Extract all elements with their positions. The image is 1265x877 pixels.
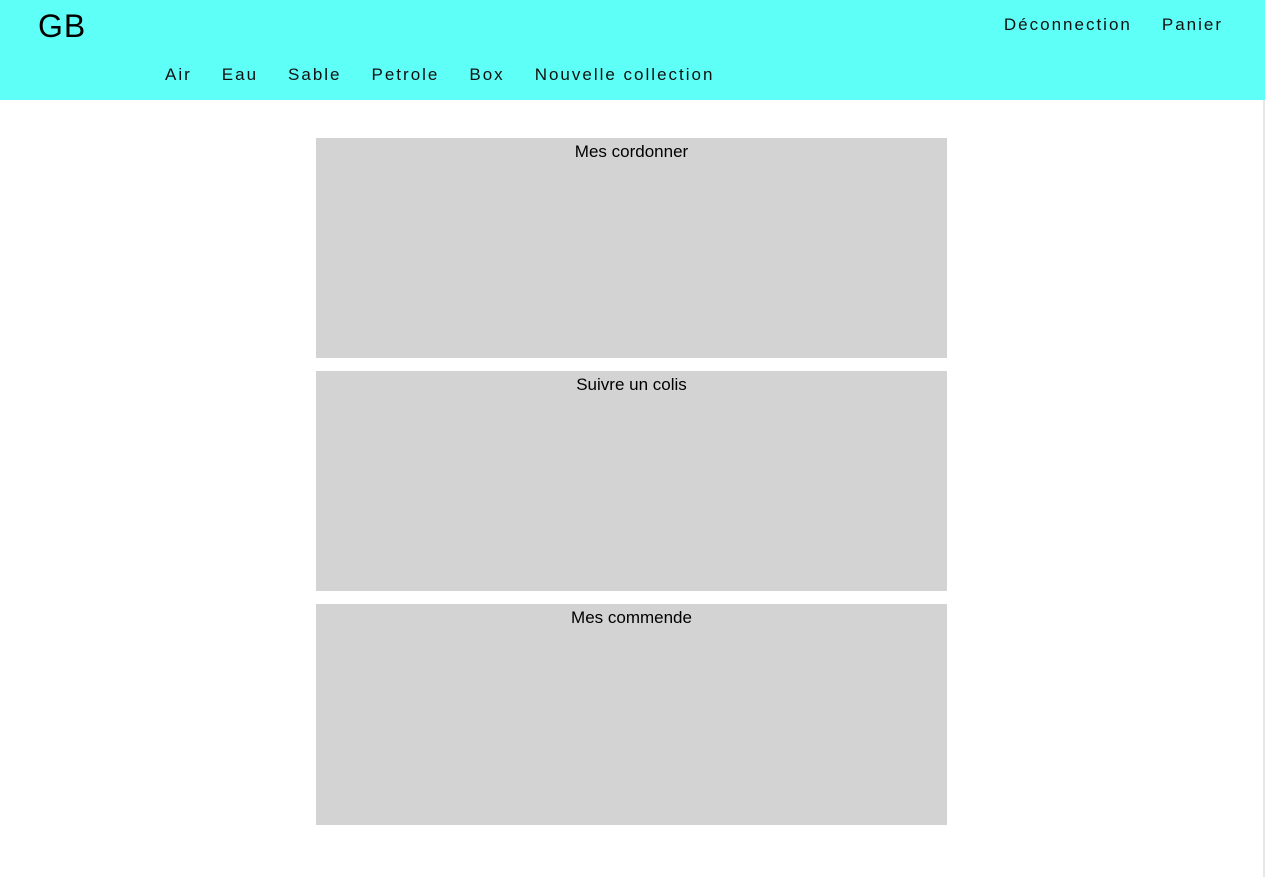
nav-item-nouvelle-collection[interactable]: Nouvelle collection	[535, 64, 715, 86]
nav-item-box[interactable]: Box	[469, 64, 504, 86]
nav-item-sable[interactable]: Sable	[288, 64, 341, 86]
panel-coordinates[interactable]: Mes cordonner	[316, 138, 947, 358]
site-logo[interactable]: GB	[38, 6, 86, 46]
nav-item-air[interactable]: Air	[165, 64, 192, 86]
account-links: Déconnection Panier	[1004, 14, 1223, 36]
nav-item-eau[interactable]: Eau	[222, 64, 258, 86]
panel-title: Mes commende	[571, 608, 692, 627]
nav-item-petrole[interactable]: Petrole	[372, 64, 440, 86]
cart-link[interactable]: Panier	[1162, 14, 1223, 36]
logout-link[interactable]: Déconnection	[1004, 14, 1132, 36]
panel-title: Suivre un colis	[576, 375, 687, 394]
panel-title: Mes cordonner	[574, 142, 689, 161]
category-nav: Air Eau Sable Petrole Box Nouvelle colle…	[165, 64, 714, 86]
account-panels: Mes cordonner Suivre un colis Mes commen…	[316, 138, 947, 825]
panel-track-parcel[interactable]: Suivre un colis	[316, 371, 947, 591]
site-header: GB Déconnection Panier Air Eau Sable Pet…	[0, 0, 1265, 100]
page: GB Déconnection Panier Air Eau Sable Pet…	[0, 0, 1265, 877]
panel-orders[interactable]: Mes commende	[316, 604, 947, 825]
